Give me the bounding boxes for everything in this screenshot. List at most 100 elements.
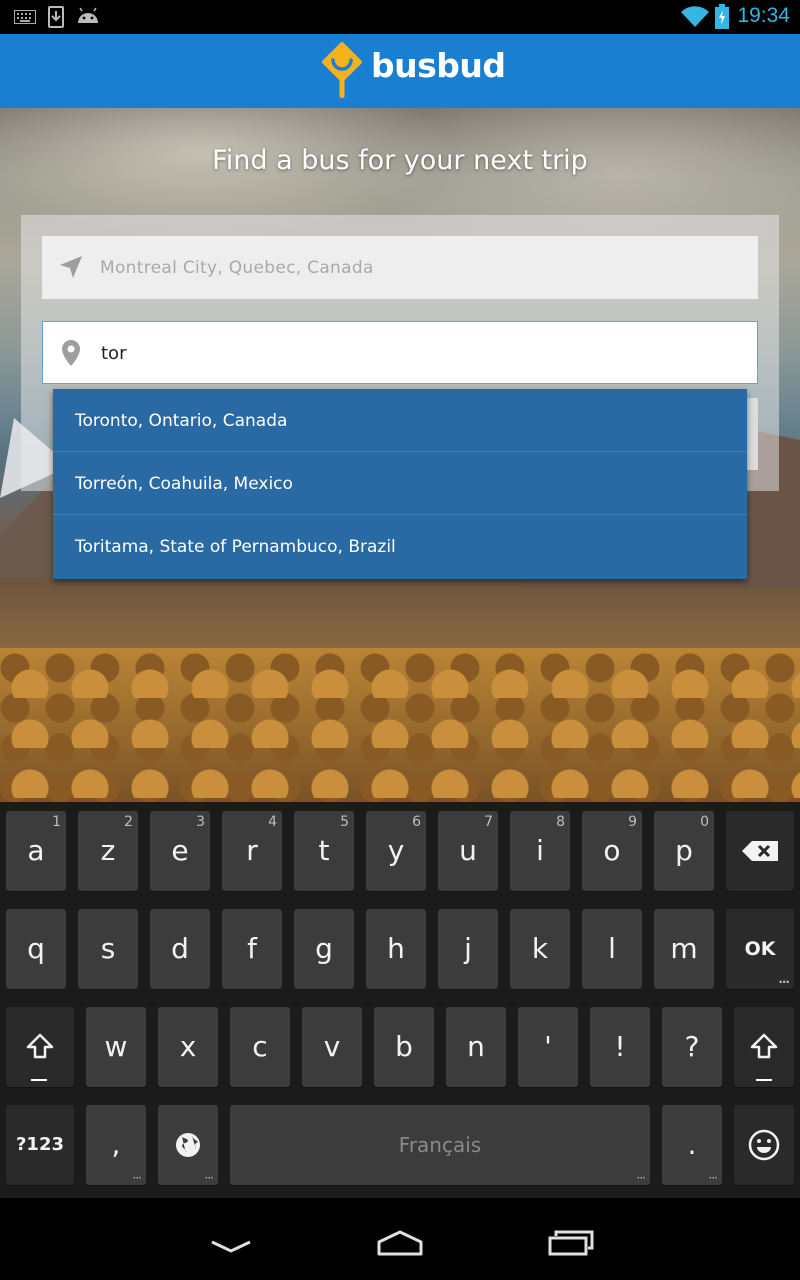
key-label: z xyxy=(100,834,116,867)
home-icon[interactable] xyxy=(375,1230,425,1256)
key-b[interactable]: b xyxy=(374,1007,434,1087)
key-u[interactable]: u7 xyxy=(438,811,498,891)
suggestions-dropdown: Toronto, Ontario, Canada Torreón, Coahui… xyxy=(53,389,747,579)
busbud-logo-icon xyxy=(322,42,362,98)
key-hint: 4 xyxy=(268,814,277,830)
key-r[interactable]: r4 xyxy=(222,811,282,891)
key-exclamation[interactable]: ! xyxy=(590,1007,650,1087)
ok-key[interactable]: OK ··· xyxy=(726,909,794,989)
key-label: x xyxy=(179,1030,197,1063)
back-icon[interactable] xyxy=(210,1240,252,1254)
symbols-key[interactable]: ?123 xyxy=(6,1105,74,1185)
language-key[interactable]: ··· xyxy=(158,1105,218,1185)
key-hint: 8 xyxy=(556,814,565,830)
recents-icon[interactable] xyxy=(548,1230,594,1256)
key-x[interactable]: x xyxy=(158,1007,218,1087)
navigation-arrow-icon xyxy=(60,256,82,278)
key-t[interactable]: t5 xyxy=(294,811,354,891)
key-h[interactable]: h xyxy=(366,909,426,989)
key-l[interactable]: l xyxy=(582,909,642,989)
key-label: w xyxy=(104,1030,128,1063)
shift-indicator xyxy=(756,1079,772,1081)
emoji-icon xyxy=(748,1129,780,1161)
brand-name: busbud xyxy=(371,46,506,85)
more-dots-icon: ··· xyxy=(778,975,790,989)
shift-key-left[interactable] xyxy=(6,1007,74,1087)
key-s[interactable]: s xyxy=(78,909,138,989)
space-key[interactable]: Français ··· xyxy=(230,1105,650,1185)
backspace-key[interactable] xyxy=(726,811,794,891)
key-p[interactable]: p0 xyxy=(654,811,714,891)
key-hint: 0 xyxy=(700,814,709,830)
key-j[interactable]: j xyxy=(438,909,498,989)
key-a[interactable]: a1 xyxy=(6,811,66,891)
key-e[interactable]: e3 xyxy=(150,811,210,891)
key-hint: 9 xyxy=(628,814,637,830)
map-pin-icon xyxy=(62,340,80,366)
more-dots-icon: ··· xyxy=(636,1171,647,1185)
key-label: OK xyxy=(744,938,776,960)
key-label: ?123 xyxy=(15,1134,64,1155)
download-icon xyxy=(48,6,64,28)
key-g[interactable]: g xyxy=(294,909,354,989)
key-label: r xyxy=(246,834,258,867)
key-n[interactable]: n xyxy=(446,1007,506,1087)
status-bar: 19:34 xyxy=(0,0,800,34)
emoji-key[interactable] xyxy=(734,1105,794,1185)
key-label: k xyxy=(531,932,549,965)
key-z[interactable]: z2 xyxy=(78,811,138,891)
more-dots-icon: ··· xyxy=(708,1171,719,1185)
key-d[interactable]: d xyxy=(150,909,210,989)
shift-indicator xyxy=(31,1079,47,1081)
shift-icon xyxy=(750,1033,778,1059)
wifi-icon xyxy=(681,6,709,28)
shift-key-right[interactable] xyxy=(734,1007,794,1087)
key-label: u xyxy=(459,834,477,867)
key-label: a xyxy=(27,834,45,867)
destination-value: tor xyxy=(101,343,127,364)
key-c[interactable]: c xyxy=(230,1007,290,1087)
key-label: e xyxy=(171,834,189,867)
key-label: m xyxy=(670,932,698,965)
key-label: ' xyxy=(544,1030,552,1063)
key-k[interactable]: k xyxy=(510,909,570,989)
key-label: j xyxy=(464,932,472,965)
backspace-icon xyxy=(742,841,778,861)
key-f[interactable]: f xyxy=(222,909,282,989)
more-dots-icon: ··· xyxy=(204,1171,215,1185)
key-apostrophe[interactable]: ' xyxy=(518,1007,578,1087)
key-m[interactable]: m xyxy=(654,909,714,989)
key-label: . xyxy=(687,1128,697,1161)
key-o[interactable]: o9 xyxy=(582,811,642,891)
key-label: ! xyxy=(614,1030,626,1063)
key-label: h xyxy=(387,932,405,965)
key-hint: 6 xyxy=(412,814,421,830)
key-i[interactable]: i8 xyxy=(510,811,570,891)
key-hint: 5 xyxy=(340,814,349,830)
key-q[interactable]: q xyxy=(6,909,66,989)
key-label: l xyxy=(608,932,616,965)
battery-charging-icon xyxy=(715,4,729,29)
key-hint: 3 xyxy=(196,814,205,830)
key-label: f xyxy=(247,932,257,965)
suggestion-item[interactable]: Toronto, Ontario, Canada xyxy=(53,389,747,452)
key-w[interactable]: w xyxy=(86,1007,146,1087)
key-label: s xyxy=(100,932,116,965)
key-question[interactable]: ? xyxy=(662,1007,722,1087)
period-key[interactable]: . ··· xyxy=(662,1105,722,1185)
key-y[interactable]: y6 xyxy=(366,811,426,891)
destination-field[interactable]: tor xyxy=(42,321,758,384)
key-label: n xyxy=(467,1030,485,1063)
grassland xyxy=(0,648,800,802)
navigation-bar xyxy=(0,1198,800,1280)
suggestion-label: Toritama, State of Pernambuco, Brazil xyxy=(75,537,396,557)
suggestion-item[interactable]: Torreón, Coahuila, Mexico xyxy=(53,452,747,515)
origin-field[interactable]: Montreal City, Quebec, Canada xyxy=(42,236,758,299)
android-icon xyxy=(78,7,98,23)
key-label: v xyxy=(323,1030,341,1063)
key-v[interactable]: v xyxy=(302,1007,362,1087)
comma-key[interactable]: , ··· xyxy=(86,1105,146,1185)
key-label: t xyxy=(318,834,330,867)
key-hint: 1 xyxy=(52,814,61,830)
suggestion-item[interactable]: Toritama, State of Pernambuco, Brazil xyxy=(53,515,747,578)
